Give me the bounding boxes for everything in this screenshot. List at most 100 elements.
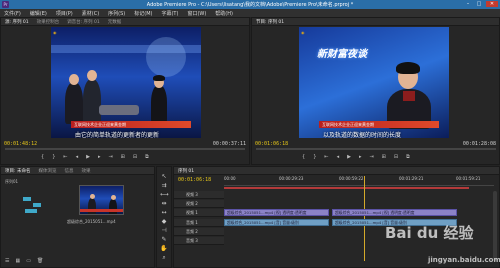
tab-metadata[interactable]: 元数据 [108, 19, 122, 25]
source-video-frame[interactable]: ◉ 互联网技术企业正迎来黄金期 由它的简单轨道的更新者的更新 [51, 27, 201, 138]
tab-sequence[interactable]: 序列 01 [178, 168, 194, 174]
program-video-frame[interactable]: 新财富夜谈 ◉ 互联网技术企业正迎来黄金期 以及轨道的数据的时间的长度 [299, 27, 449, 138]
audio-clip[interactable]: 超级综合_2015051...mp4 [音] 音量:级别 [224, 219, 329, 226]
step-back-icon[interactable]: ◂ [76, 154, 79, 160]
track-name: 音频 3 [186, 238, 198, 243]
project-panel: 项目: 未命名 媒体浏览 信息 效果 序列01 超级综合_2015051...m… [0, 166, 155, 268]
source-current-timecode[interactable]: 00:01:48:12 [4, 141, 37, 147]
clip-label: 超级综合_2015051...mp4 [音] 音量:级别 [227, 220, 299, 225]
razor-tool-icon[interactable]: ◆ [160, 218, 168, 225]
vertical-scrollbar[interactable] [493, 191, 497, 261]
icon-view-icon[interactable]: ▦ [15, 258, 20, 264]
insert-icon[interactable]: ⊞ [121, 154, 125, 160]
work-area-bar[interactable] [224, 187, 469, 189]
track-select-tool-icon[interactable]: ⇉ [160, 182, 168, 189]
close-button[interactable]: ✕ [486, 1, 498, 7]
hand-tool-icon[interactable]: ✋ [160, 245, 168, 252]
menu-window[interactable]: 窗口(W) [187, 10, 206, 17]
tab-audio-mixer[interactable]: 调音台: 序列 01 [67, 19, 100, 25]
menu-file[interactable]: 文件(F) [4, 10, 21, 17]
step-forward-icon[interactable]: ▸ [98, 154, 101, 160]
video-clip[interactable]: 超级综合_2015051...mp4 [视] 透明度:透明度 [224, 209, 329, 216]
time-ruler[interactable]: 00:00 00:00:29:23 00:00:59:22 00:01:29:2… [224, 176, 494, 186]
go-to-out-icon[interactable]: ⇥ [369, 154, 373, 160]
ruler-tick-label: 00:00 [224, 176, 236, 181]
timeline-timecode[interactable]: 00:01:06:18 [178, 177, 211, 183]
menu-help[interactable]: 帮助(H) [215, 10, 233, 17]
new-bin-icon[interactable]: ▭ [26, 258, 31, 264]
menu-clip[interactable]: 素材(C) [82, 10, 99, 17]
program-duration-timecode: 00:01:28:08 [462, 141, 496, 147]
slip-tool-icon[interactable]: ⊣ [160, 227, 168, 234]
project-tabs: 项目: 未命名 媒体浏览 信息 效果 [1, 167, 154, 175]
tab-program[interactable]: 节目: 序列 01 [256, 19, 284, 25]
pen-tool-icon[interactable]: ✎ [160, 236, 168, 243]
menu-marker[interactable]: 标记(M) [134, 10, 152, 17]
track-header-audio-3[interactable]: 音频 3 [174, 237, 224, 245]
program-current-timecode[interactable]: 00:01:06:18 [255, 141, 288, 147]
menu-title[interactable]: 字幕(T) [161, 10, 178, 17]
zoom-tool-icon[interactable]: ⌕ [160, 254, 168, 261]
overwrite-icon[interactable]: ⊟ [133, 154, 137, 160]
maximize-button[interactable]: □ [475, 1, 483, 7]
play-icon[interactable]: ▶ [86, 154, 90, 160]
tab-source[interactable]: 源: 序列 01 [5, 19, 29, 25]
watermark-url: jingyan.baidu.com [428, 256, 500, 264]
play-icon[interactable]: ▶ [347, 154, 351, 160]
menu-project[interactable]: 项目(P) [56, 10, 73, 17]
tab-info[interactable]: 信息 [64, 168, 73, 174]
tab-effect-controls[interactable]: 效果控制台 [37, 19, 60, 25]
program-scrubber[interactable] [256, 148, 496, 150]
track-name: 音频 2 [186, 229, 198, 234]
rate-stretch-tool-icon[interactable]: ↔ [160, 209, 168, 216]
track-header-video-1[interactable]: 视频 1 [174, 209, 224, 217]
go-to-out-icon[interactable]: ⇥ [108, 154, 112, 160]
window-title: Adobe Premiere Pro - C:\Users\lisatang\我… [146, 2, 354, 8]
timeline-panel: 序列 01 00:01:06:18 00:00 00:00:29:23 00:0… [173, 166, 500, 268]
track-header-video-2[interactable]: 视频 2 [174, 200, 224, 208]
clip-label: 超级综合_2015051...mp4 [视] 透明度:透明度 [227, 210, 307, 215]
ruler-tick-label: 00:01:29:21 [399, 176, 424, 181]
step-back-icon[interactable]: ◂ [337, 154, 340, 160]
selection-tool-icon[interactable]: ↖ [160, 173, 168, 180]
timeline-tabs: 序列 01 [174, 167, 499, 175]
mark-out-icon[interactable]: } [313, 154, 316, 160]
source-lower-third: 互联网技术企业正迎来黄金期 [71, 121, 191, 128]
lift-icon[interactable]: ⊞ [382, 154, 386, 160]
delete-icon[interactable]: 🗑 [37, 258, 43, 264]
extract-icon[interactable]: ⊟ [394, 154, 398, 160]
source-monitor-tabs: 源: 序列 01 效果控制台 调音台: 序列 01 元数据 [1, 18, 249, 26]
track-header-audio-1[interactable]: 音频 1 [174, 219, 224, 227]
track-name: 视频 2 [186, 201, 198, 206]
export-frame-icon[interactable]: ⧉ [406, 154, 410, 160]
source-scrubber[interactable] [5, 148, 245, 150]
go-to-in-icon[interactable]: ⇤ [324, 154, 328, 160]
track-header-audio-2[interactable]: 音频 2 [174, 228, 224, 236]
ruler-tick-label: 00:00:29:23 [279, 176, 304, 181]
clip-label: 超级综合_2015051...mp4 [视] 透明度:透明度 [335, 210, 415, 215]
video-clip[interactable]: 超级综合_2015051...mp4 [视] 透明度:透明度 [332, 209, 457, 216]
source-duration-timecode: 00:00:37:11 [212, 141, 246, 147]
menu-edit[interactable]: 编辑(E) [30, 10, 47, 17]
menu-sequence[interactable]: 序列(S) [108, 10, 125, 17]
track-header-video-3[interactable]: 视频 3 [174, 191, 224, 199]
mark-in-icon[interactable]: { [41, 154, 44, 160]
rolling-edit-tool-icon[interactable]: ⇹ [160, 200, 168, 207]
mark-out-icon[interactable]: } [52, 154, 55, 160]
go-to-in-icon[interactable]: ⇤ [63, 154, 67, 160]
export-frame-icon[interactable]: ⧉ [145, 154, 149, 160]
tab-media-browser[interactable]: 媒体浏览 [38, 168, 56, 174]
step-forward-icon[interactable]: ▸ [359, 154, 362, 160]
source-subtitle: 由它的简单轨道的更新者的更新 [75, 132, 160, 138]
ripple-edit-tool-icon[interactable]: ⟷ [160, 191, 169, 198]
title-bar: Pr Adobe Premiere Pro - C:\Users\lisatan… [0, 0, 500, 9]
sequence-thumbnail[interactable] [23, 193, 45, 219]
bin-label: 序列01 [5, 179, 19, 184]
list-view-icon[interactable]: ☰ [5, 258, 9, 264]
clip-thumbnail[interactable] [79, 185, 124, 215]
baidu-watermark: Bai du 经验 [385, 224, 474, 242]
minimize-button[interactable]: – [464, 1, 472, 7]
mark-in-icon[interactable]: { [302, 154, 305, 160]
tab-project[interactable]: 项目: 未命名 [5, 168, 30, 174]
tab-effects[interactable]: 效果 [81, 168, 90, 174]
